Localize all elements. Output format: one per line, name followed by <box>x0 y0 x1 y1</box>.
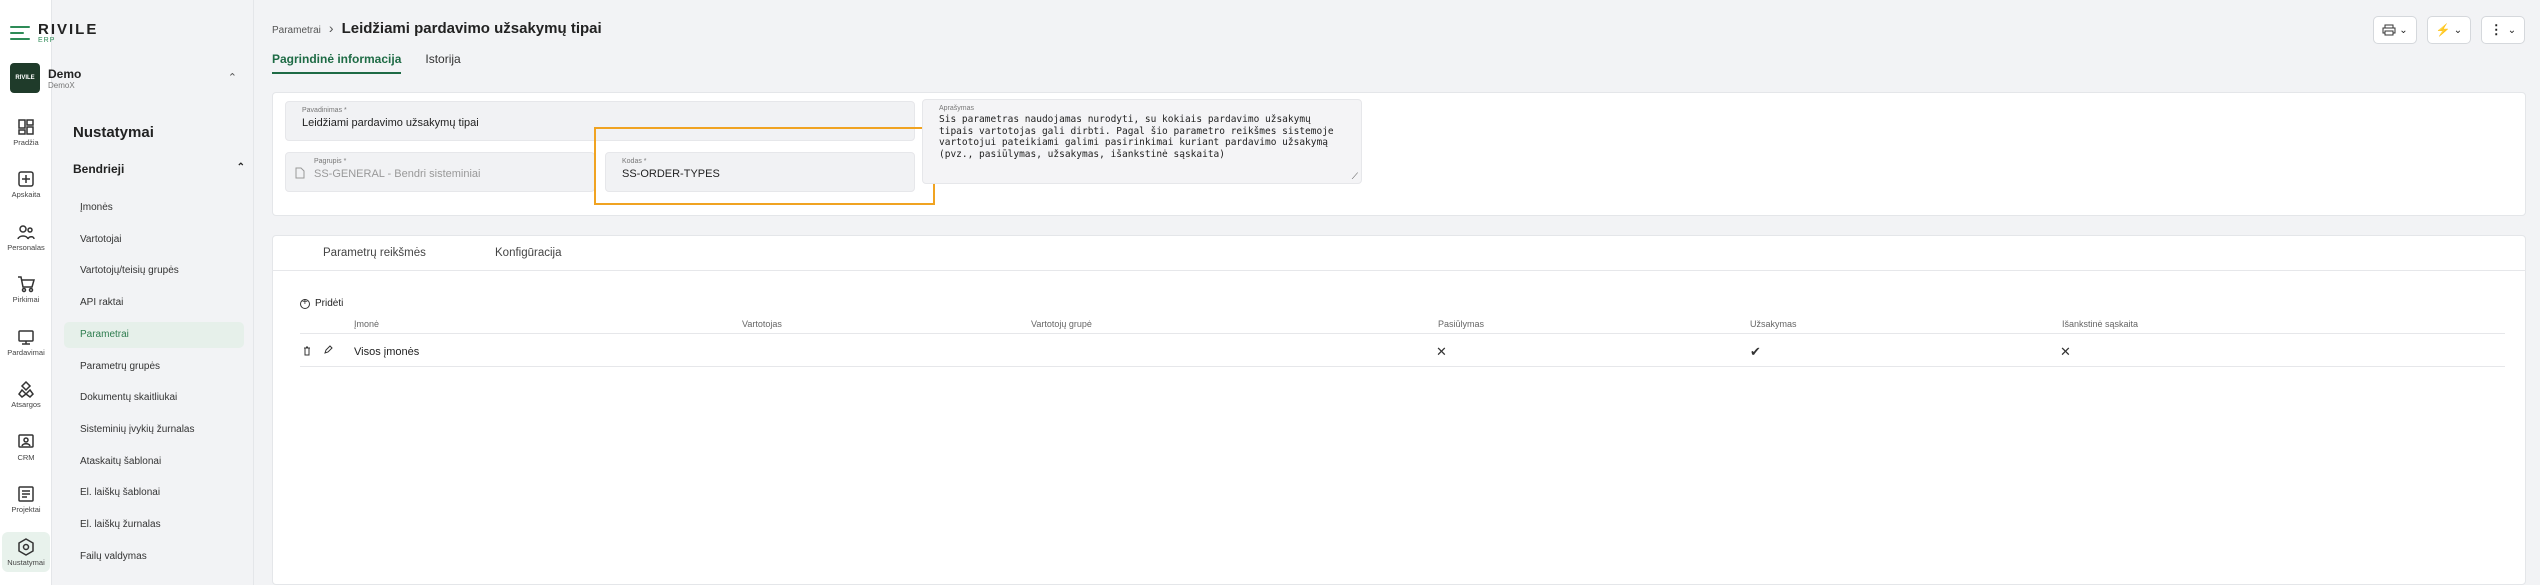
rail-item-label: Apskaita <box>11 190 41 199</box>
logo-sub: ERP <box>38 36 56 44</box>
description-field[interactable]: Aprašymas Šis parametras naudojamas nuro… <box>922 99 1362 184</box>
rail-item-label: Projektai <box>11 505 41 514</box>
cell-company: Visos įmonės <box>354 346 420 358</box>
check-icon: ✔ <box>1750 344 1761 359</box>
column-header[interactable]: Vartotojas <box>742 319 782 329</box>
menu-item[interactable]: Ataskaitų šablonai <box>64 449 244 475</box>
menu-item[interactable]: El. laiškų žurnalas <box>64 512 244 538</box>
rail-item-pradžia[interactable]: Pradžia <box>2 112 50 152</box>
group-field-label: Pagrupis * <box>314 158 347 165</box>
menu-title: Nustatymai <box>73 124 154 141</box>
menu-item[interactable]: Failų valdymas <box>64 544 244 570</box>
add-button[interactable]: + Pridėti <box>300 297 344 309</box>
cart-icon <box>18 276 35 293</box>
menu-item[interactable]: El. laiškų šablonai <box>64 480 244 506</box>
rail-item-atsargos[interactable]: Atsargos <box>2 375 50 415</box>
divider <box>300 333 2505 334</box>
document-icon <box>295 167 305 179</box>
dashboard-icon <box>18 118 34 135</box>
rail-item-crm[interactable]: CRM <box>2 427 50 467</box>
rail-item-label: CRM <box>17 452 35 462</box>
menu-item[interactable]: Vartotojų/teisių grupės <box>64 258 244 284</box>
description-textarea[interactable]: Šis parametras naudojamas nurodyti, su k… <box>939 114 1339 182</box>
rail-item-label: Atsargos <box>11 400 41 409</box>
column-header[interactable]: Vartotojų grupė <box>1031 319 1092 329</box>
more-button[interactable]: ⋮ ⌄ <box>2481 16 2525 44</box>
name-field-label: Pavadinimas * <box>302 107 347 114</box>
rail-item-pardavimai[interactable]: Pardavimai <box>2 322 50 362</box>
divider <box>300 366 2505 367</box>
chevron-updown-icon: ⌃ <box>227 72 237 84</box>
tab-general[interactable]: Pagrindinė informacija <box>272 52 402 74</box>
breadcrumb-link[interactable]: Parametrai <box>272 25 321 36</box>
more-vertical-icon: ⋮ <box>2489 22 2503 37</box>
rail-item-apskaita[interactable]: Apskaita <box>2 165 50 205</box>
rail-item-projektai[interactable]: Projektai <box>2 480 50 520</box>
group-field: Pagrupis * SS-GENERAL - Bendri sistemini… <box>285 152 595 192</box>
org-name: Demo <box>48 66 82 81</box>
print-button[interactable]: ⌄ <box>2373 16 2417 44</box>
rail-item-nustatymai[interactable]: Nustatymai <box>2 532 50 572</box>
tab-history[interactable]: Istorija <box>425 52 460 74</box>
people-icon <box>17 224 35 239</box>
rail-item-personalas[interactable]: Personalas <box>2 217 50 257</box>
rail-item-label: Pradžia <box>13 137 39 147</box>
page-tabs: Pagrindinė informacija Istorija <box>272 52 485 74</box>
rail-item-label: Personalas <box>7 242 45 252</box>
lightning-icon: ⚡ <box>2435 23 2451 37</box>
divider <box>253 0 254 585</box>
org-sub: DemoX <box>48 80 75 90</box>
values-card <box>272 235 2526 585</box>
pencil-icon[interactable] <box>323 345 333 355</box>
tab-configuration[interactable]: Konfigūracija <box>495 247 561 259</box>
org-switcher[interactable]: RIVILE Demo DemoX ⌃ <box>10 62 245 94</box>
rail-item-label: Pirkimai <box>12 295 40 304</box>
add-button-label: Pridėti <box>315 298 344 309</box>
settings-menu: Nustatymai Bendrieji ⌃ Įmonės Vartotojai V… <box>58 110 253 585</box>
menu-group-label: Bendrieji <box>73 162 125 176</box>
crm-icon <box>18 433 34 448</box>
plus-circle-icon: + <box>300 297 310 309</box>
printer-icon <box>2382 24 2396 36</box>
menu-item[interactable]: Dokumentų skaitliukai <box>64 385 244 411</box>
org-avatar: RIVILE <box>10 63 40 93</box>
tab-parameter-values[interactable]: Parametrų reikšmės <box>323 247 426 259</box>
column-header[interactable]: Užsakymas <box>1750 319 1797 329</box>
menu-item[interactable]: Įmonės <box>64 195 244 221</box>
description-field-label: Aprašymas <box>939 105 975 112</box>
resize-handle-icon[interactable]: ⟋ <box>1352 171 1358 182</box>
menu-item[interactable]: Sisteminių įvykių žurnalas <box>64 417 244 443</box>
column-header[interactable]: Pasiūlymas <box>1438 319 1484 329</box>
inventory-icon <box>18 380 34 398</box>
menu-icon[interactable] <box>10 25 32 41</box>
logo-text: RIVILE <box>38 20 99 38</box>
projects-icon <box>18 486 34 502</box>
highlight-box <box>594 127 935 205</box>
cross-icon: ✕ <box>1436 344 1447 359</box>
divider <box>272 270 2526 271</box>
column-header[interactable]: Išankstinė sąskaita <box>2062 319 2138 329</box>
group-field-value: SS-GENERAL - Bendri sisteminiai <box>314 168 481 180</box>
sales-icon <box>18 329 34 345</box>
name-field-value: Leidžiami pardavimo užsakymų tipai <box>302 117 479 129</box>
menu-group-toggle[interactable]: Bendrieji ⌃ <box>73 162 253 176</box>
menu-item[interactable]: Vartotojai <box>64 227 244 253</box>
accounting-icon <box>18 171 34 187</box>
app-logo[interactable]: RIVILE ERP <box>10 20 98 46</box>
chevron-up-icon: ⌃ <box>236 162 245 173</box>
settings-icon <box>18 537 34 556</box>
breadcrumb: Parametrai › Leidžiami pardavimo užsakym… <box>272 20 602 37</box>
trash-icon[interactable] <box>303 346 311 356</box>
rail-item-label: Nustatymai <box>7 557 45 567</box>
menu-item[interactable]: Parametrų grupės <box>64 354 244 380</box>
menu-item[interactable]: API raktai <box>64 290 244 316</box>
rail-item-label: Pardavimai <box>7 347 45 357</box>
page-title: Leidžiami pardavimo užsakymų tipai <box>341 20 602 37</box>
column-header[interactable]: Įmonė <box>354 319 379 329</box>
chevron-right-icon: › <box>328 20 334 36</box>
actions-button[interactable]: ⚡ ⌄ <box>2427 16 2471 44</box>
menu-item[interactable]: Parametrai <box>64 321 244 348</box>
rail-item-pirkimai[interactable]: Pirkimai <box>2 270 50 310</box>
cross-icon: ✕ <box>2060 344 2071 359</box>
